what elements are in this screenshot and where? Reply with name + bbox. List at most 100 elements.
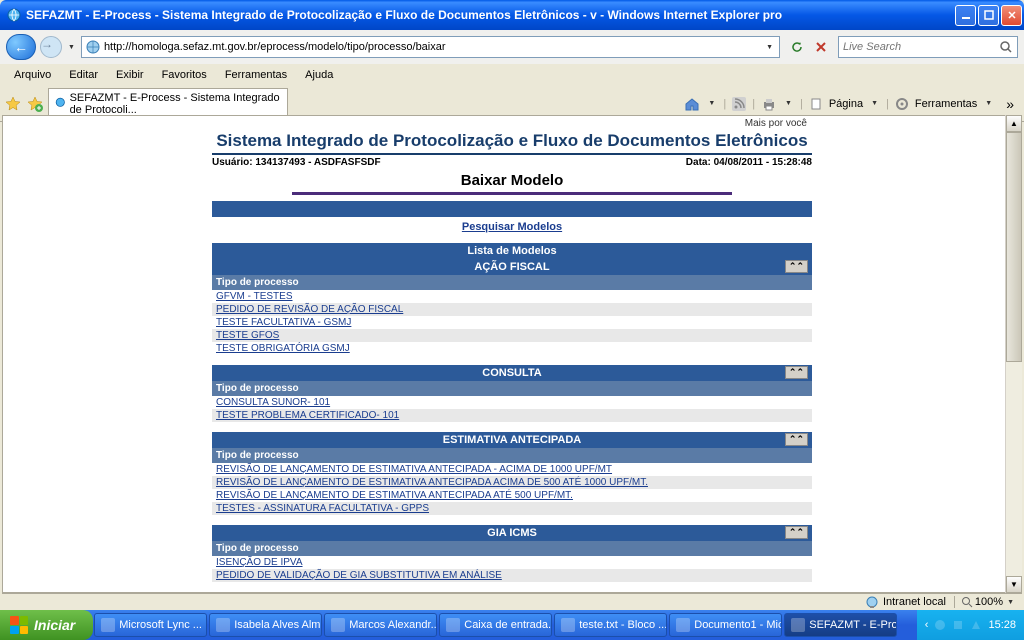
collapse-icon[interactable]: ⌃⌃ (785, 366, 808, 379)
list-item: TESTE FACULTATIVA - GSMJ (212, 316, 812, 329)
home-dropdown[interactable]: ▼ (706, 100, 717, 107)
process-link[interactable]: REVISÃO DE LANÇAMENTO DE ESTIMATIVA ANTE… (216, 464, 612, 475)
process-link[interactable]: CONSULTA SUNOR- 101 (216, 397, 330, 408)
tools-menu-label[interactable]: Ferramentas (915, 98, 977, 110)
list-item: TESTE OBRIGATÓRIA GSMJ (212, 342, 812, 355)
process-link[interactable]: TESTE FACULTATIVA - GSMJ (216, 317, 351, 328)
process-link[interactable]: PEDIDO DE VALIDAÇÃO DE GIA SUBSTITUTIVA … (216, 570, 502, 581)
process-link[interactable]: TESTE OBRIGATÓRIA GSMJ (216, 343, 350, 354)
taskbar: Iniciar Microsoft Lync ...Isabela Alves … (0, 610, 1024, 640)
collapse-icon[interactable]: ⌃⌃ (785, 433, 808, 446)
search-icon[interactable] (999, 40, 1013, 54)
menu-editar[interactable]: Editar (61, 66, 106, 84)
taskbar-item-label: Caixa de entrada... (464, 619, 552, 631)
taskbar-item[interactable]: Documento1 - Mic... (669, 613, 782, 637)
collapse-icon[interactable]: ⌃⌃ (785, 260, 808, 273)
column-header: Tipo de processo (212, 448, 812, 463)
taskbar-item[interactable]: Isabela Alves Alm... (209, 613, 322, 637)
column-header: Tipo de processo (212, 381, 812, 396)
tagline: Mais por você (17, 118, 1007, 129)
process-link[interactable]: TESTE PROBLEMA CERTIFICADO- 101 (216, 410, 399, 421)
taskbar-item[interactable]: teste.txt - Bloco ... (554, 613, 667, 637)
window-titlebar: SEFAZMT - E-Process - Sistema Integrado … (0, 0, 1024, 30)
list-item: PEDIDO DE REVISÃO DE AÇÃO FISCAL (212, 303, 812, 316)
tray-icon[interactable] (952, 619, 964, 631)
start-button[interactable]: Iniciar (0, 610, 93, 640)
globe-icon (86, 40, 100, 54)
clock: 15:28 (988, 619, 1016, 631)
menu-favoritos[interactable]: Favoritos (154, 66, 215, 84)
search-input[interactable] (843, 41, 995, 53)
process-link[interactable]: REVISÃO DE LANÇAMENTO DE ESTIMATIVA ANTE… (216, 490, 573, 501)
page-title: Sistema Integrado de Protocolização e Fl… (212, 131, 812, 155)
add-favorite-icon[interactable] (26, 95, 44, 113)
tools-dropdown[interactable]: ▼ (983, 100, 994, 107)
taskbar-item[interactable]: Marcos Alexandr... (324, 613, 437, 637)
taskbar-item[interactable]: Caixa de entrada... (439, 613, 552, 637)
system-tray[interactable]: ‹ 15:28 (917, 610, 1024, 640)
refresh-button[interactable] (786, 36, 808, 58)
vertical-scrollbar[interactable]: ▲ ▼ (1005, 115, 1022, 593)
history-dropdown[interactable]: ▼ (66, 44, 77, 51)
print-icon[interactable] (761, 96, 777, 112)
tray-expand-icon[interactable]: ‹ (925, 619, 929, 631)
menu-ajuda[interactable]: Ajuda (297, 66, 341, 84)
menu-ferramentas[interactable]: Ferramentas (217, 66, 295, 84)
list-item: PEDIDO DE VALIDAÇÃO DE GIA SUBSTITUTIVA … (212, 569, 812, 582)
app-icon (331, 618, 345, 632)
back-button[interactable]: ← (6, 34, 36, 60)
maximize-button[interactable] (978, 5, 999, 26)
list-item: REVISÃO DE LANÇAMENTO DE ESTIMATIVA ANTE… (212, 489, 812, 502)
minimize-button[interactable] (955, 5, 976, 26)
column-header: Tipo de processo (212, 275, 812, 290)
close-button[interactable] (1001, 5, 1022, 26)
address-dropdown[interactable]: ▼ (764, 44, 775, 51)
favorites-star-icon[interactable] (4, 95, 22, 113)
print-dropdown[interactable]: ▼ (783, 100, 794, 107)
menu-arquivo[interactable]: Arquivo (6, 66, 59, 84)
taskbar-item[interactable]: SEFAZMT - E-Proc... (784, 613, 897, 637)
status-bar: Intranet local 100% ▼ (2, 593, 1022, 610)
process-link[interactable]: TESTES - ASSINATURA FACULTATIVA - GPPS (216, 503, 429, 514)
search-box[interactable] (838, 36, 1018, 58)
scroll-thumb[interactable] (1006, 132, 1022, 362)
process-link[interactable]: TESTE GFOS (216, 330, 279, 341)
taskbar-item-label: Documento1 - Mic... (694, 619, 782, 631)
chevrons-icon[interactable]: » (1000, 96, 1014, 112)
forward-button[interactable]: → (40, 36, 62, 58)
feeds-icon[interactable] (732, 97, 746, 111)
section-header[interactable]: GIA ICMS⌃⌃ (212, 525, 812, 541)
tray-icon[interactable] (970, 619, 982, 631)
taskbar-item-label: SEFAZMT - E-Proc... (809, 619, 897, 631)
ie-icon (55, 97, 66, 111)
stop-button[interactable] (810, 36, 832, 58)
column-header: Tipo de processo (212, 541, 812, 556)
list-item: REVISÃO DE LANÇAMENTO DE ESTIMATIVA ANTE… (212, 476, 812, 489)
section-header[interactable]: ESTIMATIVA ANTECIPADA⌃⌃ (212, 432, 812, 448)
process-link[interactable]: REVISÃO DE LANÇAMENTO DE ESTIMATIVA ANTE… (216, 477, 648, 488)
process-link[interactable]: PEDIDO DE REVISÃO DE AÇÃO FISCAL (216, 304, 403, 315)
scroll-down-button[interactable]: ▼ (1006, 576, 1022, 593)
list-item: TESTE PROBLEMA CERTIFICADO- 101 (212, 409, 812, 422)
ie-icon (6, 7, 22, 23)
collapse-icon[interactable]: ⌃⌃ (785, 526, 808, 539)
scroll-up-button[interactable]: ▲ (1006, 115, 1022, 132)
address-bar[interactable]: ▼ (81, 36, 780, 58)
section-header[interactable]: AÇÃO FISCAL⌃⌃ (212, 259, 812, 275)
section-header[interactable]: CONSULTA⌃⌃ (212, 365, 812, 381)
home-icon[interactable] (684, 96, 700, 112)
tray-icon[interactable] (934, 619, 946, 631)
browser-chrome: ← → ▼ ▼ Arquivo Editar Exibir Favoritos … (0, 30, 1024, 122)
search-models-link[interactable]: Pesquisar Modelos (462, 221, 562, 233)
page-viewport[interactable]: Mais por você Sistema Integrado de Proto… (2, 115, 1022, 593)
page-menu-label[interactable]: Página (829, 98, 863, 110)
zoom-icon[interactable] (961, 596, 973, 608)
zoom-dropdown[interactable]: ▼ (1005, 599, 1016, 606)
list-item: ISENÇÃO DE IPVA (212, 556, 812, 569)
taskbar-item[interactable]: Microsoft Lync ... (94, 613, 207, 637)
url-input[interactable] (104, 41, 760, 53)
process-link[interactable]: ISENÇÃO DE IPVA (216, 557, 303, 568)
menu-exibir[interactable]: Exibir (108, 66, 152, 84)
process-link[interactable]: GFVM - TESTES (216, 291, 293, 302)
page-dropdown[interactable]: ▼ (869, 100, 880, 107)
